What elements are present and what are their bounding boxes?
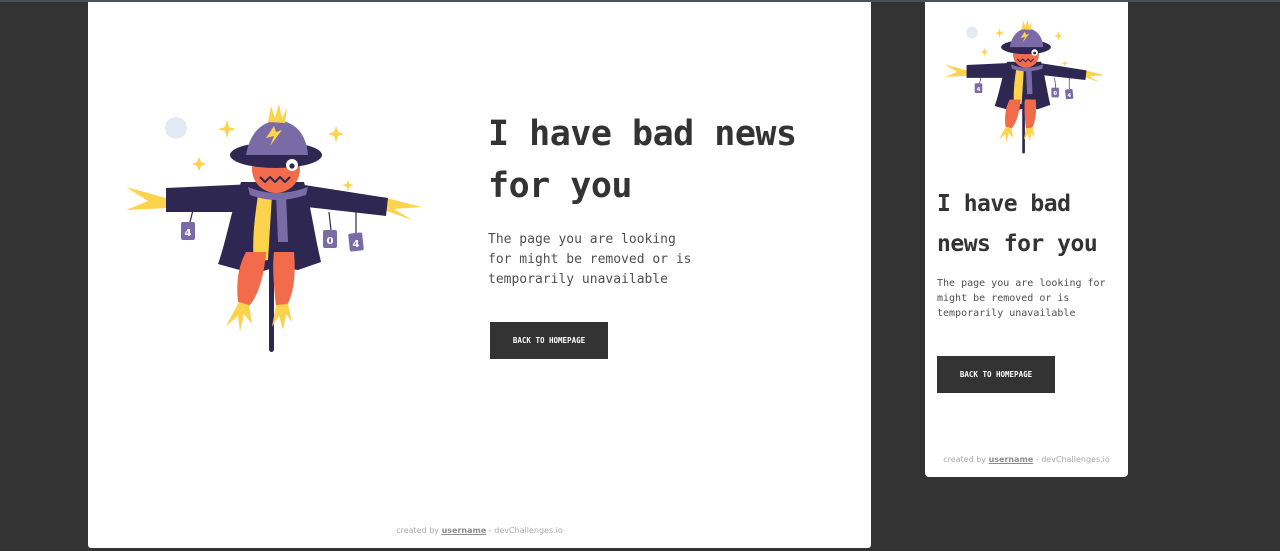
sign-right-text: 4 xyxy=(353,239,360,250)
sign-right-text: 4 xyxy=(1067,93,1071,99)
footer-username-link[interactable]: username xyxy=(989,455,1034,464)
page-title: I have bad news for you xyxy=(937,191,1098,257)
scarecrow-illustration: 4 0 4 xyxy=(945,18,1107,154)
page-title: I have bad news for you xyxy=(488,114,797,206)
footer-prefix: created by xyxy=(396,526,440,535)
footer-suffix: - devChallenges.io xyxy=(1035,455,1110,464)
footer: created by username - devChallenges.io xyxy=(925,455,1128,464)
page-description: The page you are looking for might be re… xyxy=(937,278,1106,319)
sign-left-text: 4 xyxy=(977,87,981,93)
sign-left-text: 4 xyxy=(185,228,192,239)
footer: created by username - devChallenges.io xyxy=(88,526,871,535)
footer-prefix: created by xyxy=(943,455,987,464)
scarecrow-svg: 4 0 4 xyxy=(945,19,1105,154)
sign-mid-text: 0 xyxy=(327,236,334,247)
desktop-preview: 4 0 4 I have bad news for you The page y… xyxy=(88,2,871,548)
sign-mid-text: 0 xyxy=(1053,91,1057,97)
page-description: The page you are looking for might be re… xyxy=(488,232,692,287)
back-to-homepage-button[interactable]: BACK TO HOMEPAGE xyxy=(490,322,608,359)
footer-suffix: - devChallenges.io xyxy=(488,526,563,535)
back-to-homepage-button[interactable]: BACK TO HOMEPAGE xyxy=(937,356,1055,393)
scarecrow-svg: 4 0 4 xyxy=(126,104,422,352)
scarecrow-illustration: 4 0 4 xyxy=(126,102,426,352)
footer-username-link[interactable]: username xyxy=(442,526,487,535)
mobile-preview: 4 0 4 I have bad news for you The page y… xyxy=(925,2,1128,477)
